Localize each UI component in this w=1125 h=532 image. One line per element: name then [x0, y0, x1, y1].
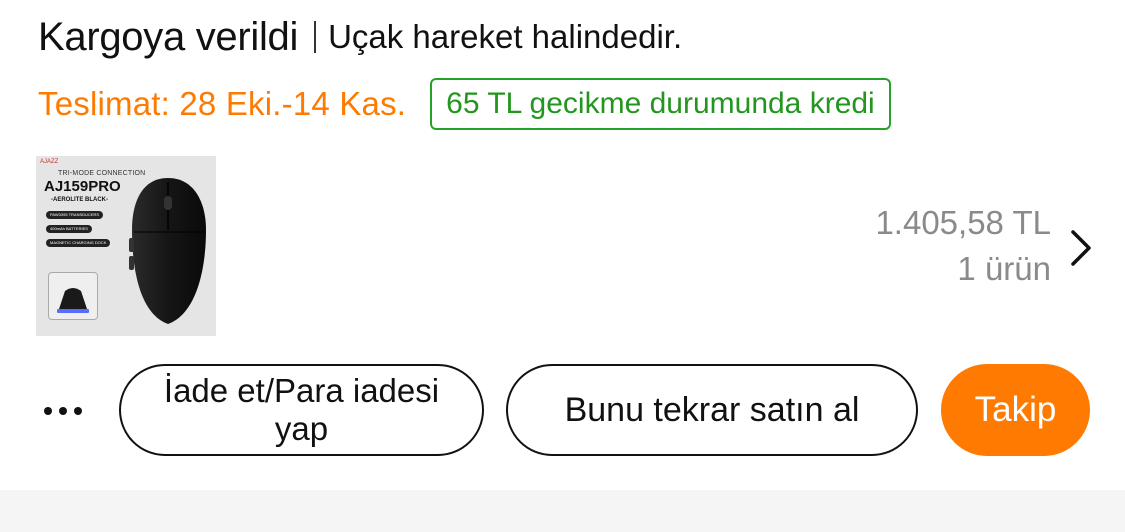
refund-button[interactable]: İade et/Para iadesi yap — [119, 364, 484, 456]
delay-credit-badge: 65 TL gecikme durumunda kredi — [430, 78, 891, 130]
chevron-right-icon[interactable] — [1066, 228, 1094, 268]
product-model-text: AJ159PRO — [44, 178, 121, 195]
track-button[interactable]: Takip — [941, 364, 1090, 456]
status-detail: Uçak hareket halindedir. — [328, 18, 683, 55]
more-dot — [44, 407, 52, 415]
section-divider — [0, 490, 1125, 532]
order-card: Kargoya verildi Uçak hareket halindedir.… — [0, 0, 1125, 490]
delivery-window: Teslimat: 28 Eki.-14 Kas. — [38, 85, 407, 122]
product-feature-pill: 400mAh BATTERIES — [46, 225, 92, 233]
buy-again-button[interactable]: Bunu tekrar satın al — [506, 364, 918, 456]
price-block: 1.405,58 TL 1 ürün — [875, 200, 1051, 292]
product-edition-text: -AEROLITE BLACK- — [51, 197, 108, 203]
status-row: Kargoya verildi Uçak hareket halindedir. — [38, 12, 682, 62]
delivery-row: Teslimat: 28 Eki.-14 Kas. 65 TL gecikme … — [38, 76, 891, 132]
product-thumbnail[interactable]: AJAZZ TRI-MODE CONNECTION AJ159PRO -AERO… — [36, 156, 216, 336]
product-feature-pill: PAW3395 TRANSDUCERS — [46, 211, 104, 219]
item-count: 1 ürün — [957, 250, 1051, 287]
more-dot — [74, 407, 82, 415]
status-title: Kargoya verildi — [38, 14, 299, 59]
order-price: 1.405,58 TL — [875, 204, 1051, 241]
mouse-graphic — [129, 178, 206, 324]
product-feature-pill: MAGNETIC CHARGING DOCK — [46, 239, 111, 247]
more-horizontal-icon[interactable] — [44, 395, 94, 427]
more-dot — [59, 407, 67, 415]
status-divider — [314, 21, 317, 53]
charging-dock-graphic — [48, 272, 98, 320]
product-brand-logo: AJAZZ — [40, 159, 59, 165]
